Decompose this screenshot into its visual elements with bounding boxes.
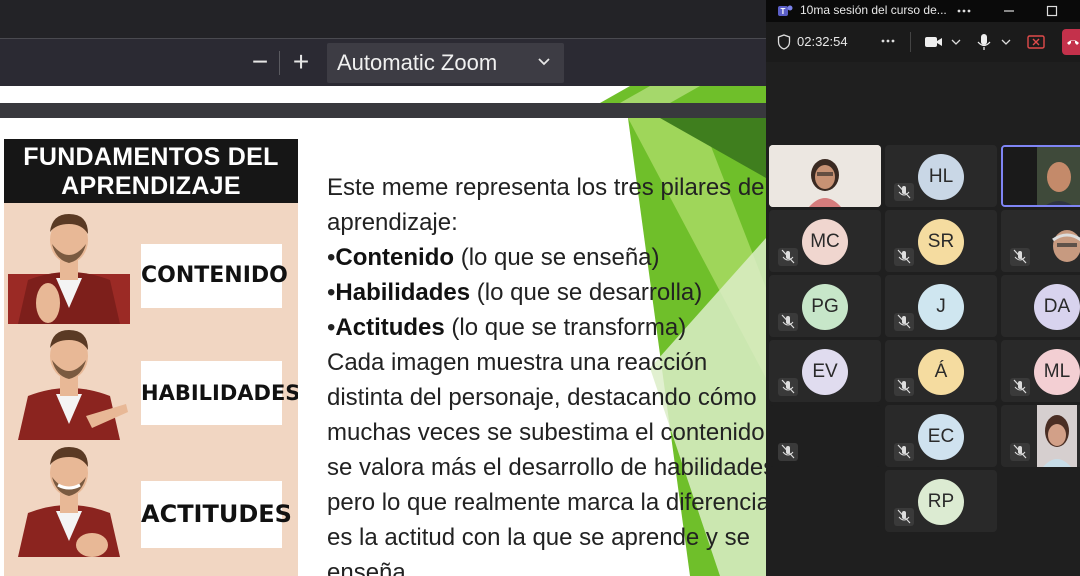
participant-tile[interactable]: DA — [1001, 275, 1080, 337]
more-icon[interactable] — [880, 35, 896, 47]
zoom-in-button[interactable]: + — [286, 47, 316, 79]
slide-paragraph: Cada imagen muestra una reacción distint… — [327, 349, 766, 576]
leave-call-button[interactable] — [1062, 29, 1080, 55]
meeting-timer: 02:32:54 — [797, 34, 848, 49]
mic-muted-icon — [894, 313, 914, 331]
minus-icon: − — [251, 46, 269, 77]
zoom-select[interactable]: Automatic Zoom — [327, 43, 564, 83]
participant-tile[interactable]: HL — [885, 145, 997, 207]
chevron-down-icon[interactable] — [1000, 36, 1012, 48]
mic-muted-icon — [778, 378, 798, 396]
leave-call-icon — [1067, 40, 1079, 45]
shield-icon — [777, 34, 791, 50]
mic-muted-icon — [778, 443, 798, 461]
participant-tile[interactable]: EC — [885, 405, 997, 467]
participant-tile-video[interactable] — [769, 145, 881, 207]
avatar: EC — [918, 414, 964, 460]
toolbar-separator — [279, 51, 280, 75]
slide-body-text: Este meme representa los tres pilares de… — [327, 170, 766, 576]
meme-row-contenido: CONTENIDO — [4, 208, 298, 324]
chevron-down-icon — [538, 58, 550, 66]
meme-row-habilidades: HABILIDADES — [4, 324, 298, 440]
plus-icon: + — [292, 46, 310, 77]
slide-page: FUNDAMENTOS DEL APRENDIZAJE CONTENIDO HA… — [0, 118, 766, 576]
pdf-toolbar: − + Automatic Zoom — [0, 38, 766, 86]
participant-tile[interactable]: PG — [769, 275, 881, 337]
pdf-top-bar — [0, 0, 766, 38]
camera-icon[interactable] — [924, 34, 944, 50]
teams-title-bar: T 10ma sesión del curso de... — [766, 0, 1080, 22]
mic-muted-icon — [894, 443, 914, 461]
participant-tile-video[interactable] — [1001, 210, 1080, 272]
mic-muted-icon — [894, 508, 914, 526]
previous-slide-edge — [0, 86, 766, 103]
mic-muted-icon — [1010, 443, 1030, 461]
meme-row-actitudes: ACTITUDES — [4, 441, 298, 557]
slide-bullet: •Actitudes (lo que se transforma) — [327, 314, 687, 341]
participant-tile[interactable] — [769, 405, 881, 467]
slide-bullet: •Habilidades (lo que se desarrolla) — [327, 279, 703, 306]
meme-image: FUNDAMENTOS DEL APRENDIZAJE CONTENIDO HA… — [4, 139, 298, 576]
meeting-controls: 02:32:54 — [766, 22, 1080, 62]
meme-title: FUNDAMENTOS DEL APRENDIZAJE — [4, 139, 298, 203]
slide-intro: Este meme representa los tres pilares de… — [327, 174, 766, 236]
meeting-title: 10ma sesión del curso de... — [800, 3, 947, 17]
svg-text:T: T — [781, 7, 786, 16]
share-icon[interactable] — [1027, 34, 1045, 50]
page-gap — [0, 103, 766, 118]
participant-video — [1003, 147, 1080, 205]
avatar: SR — [918, 219, 964, 265]
zoom-out-button[interactable]: − — [245, 47, 275, 79]
mic-muted-icon — [894, 183, 914, 201]
pdf-viewer: − + Automatic Zoom FUNDAMENTOS DEL APREN… — [0, 0, 766, 576]
participant-tile[interactable]: RP — [885, 470, 997, 532]
mic-icon[interactable] — [976, 32, 992, 52]
slide-bullet: •Contenido (lo que se enseña) — [327, 244, 660, 271]
avatar: EV — [802, 349, 848, 395]
avatar: ML — [1034, 349, 1080, 395]
avatar: J — [918, 284, 964, 330]
mic-muted-icon — [1010, 378, 1030, 396]
avatar: Á — [918, 349, 964, 395]
mic-muted-icon — [778, 248, 798, 266]
participant-tile-active-speaker[interactable] — [1001, 145, 1080, 207]
avatar: RP — [918, 479, 964, 525]
person-illustration — [18, 330, 128, 440]
more-icon[interactable] — [956, 5, 972, 17]
maximize-icon[interactable] — [1045, 4, 1059, 18]
meme-label: HABILIDADES — [141, 361, 298, 425]
teams-meeting-window: T 10ma sesión del curso de... 02:32:54 H… — [766, 0, 1080, 576]
previous-slide-decoration — [600, 86, 766, 103]
teams-icon: T — [778, 5, 793, 16]
meme-label: ACTITUDES — [141, 481, 292, 548]
mic-muted-icon — [894, 248, 914, 266]
meme-label: CONTENIDO — [141, 244, 288, 308]
mic-muted-icon — [894, 378, 914, 396]
person-illustration — [8, 214, 130, 324]
screen: − + Automatic Zoom FUNDAMENTOS DEL APREN… — [0, 0, 1080, 576]
chevron-down-icon[interactable] — [950, 36, 962, 48]
avatar: DA — [1034, 284, 1080, 330]
avatar: PG — [802, 284, 848, 330]
participant-tile-photo[interactable] — [1001, 405, 1080, 467]
participant-tile[interactable]: Á — [885, 340, 997, 402]
zoom-select-label: Automatic Zoom — [337, 50, 498, 75]
participant-tile[interactable]: ML — [1001, 340, 1080, 402]
avatar: HL — [918, 154, 964, 200]
mic-muted-icon — [1010, 248, 1030, 266]
participant-tile[interactable]: MC — [769, 210, 881, 272]
controls-separator — [910, 32, 911, 52]
person-illustration — [18, 447, 120, 557]
participant-tile[interactable]: J — [885, 275, 997, 337]
avatar: MC — [802, 219, 848, 265]
participant-video — [769, 145, 881, 207]
mic-muted-icon — [778, 313, 798, 331]
participant-tile[interactable]: EV — [769, 340, 881, 402]
participant-tile[interactable]: SR — [885, 210, 997, 272]
minimize-icon[interactable] — [1002, 4, 1016, 18]
